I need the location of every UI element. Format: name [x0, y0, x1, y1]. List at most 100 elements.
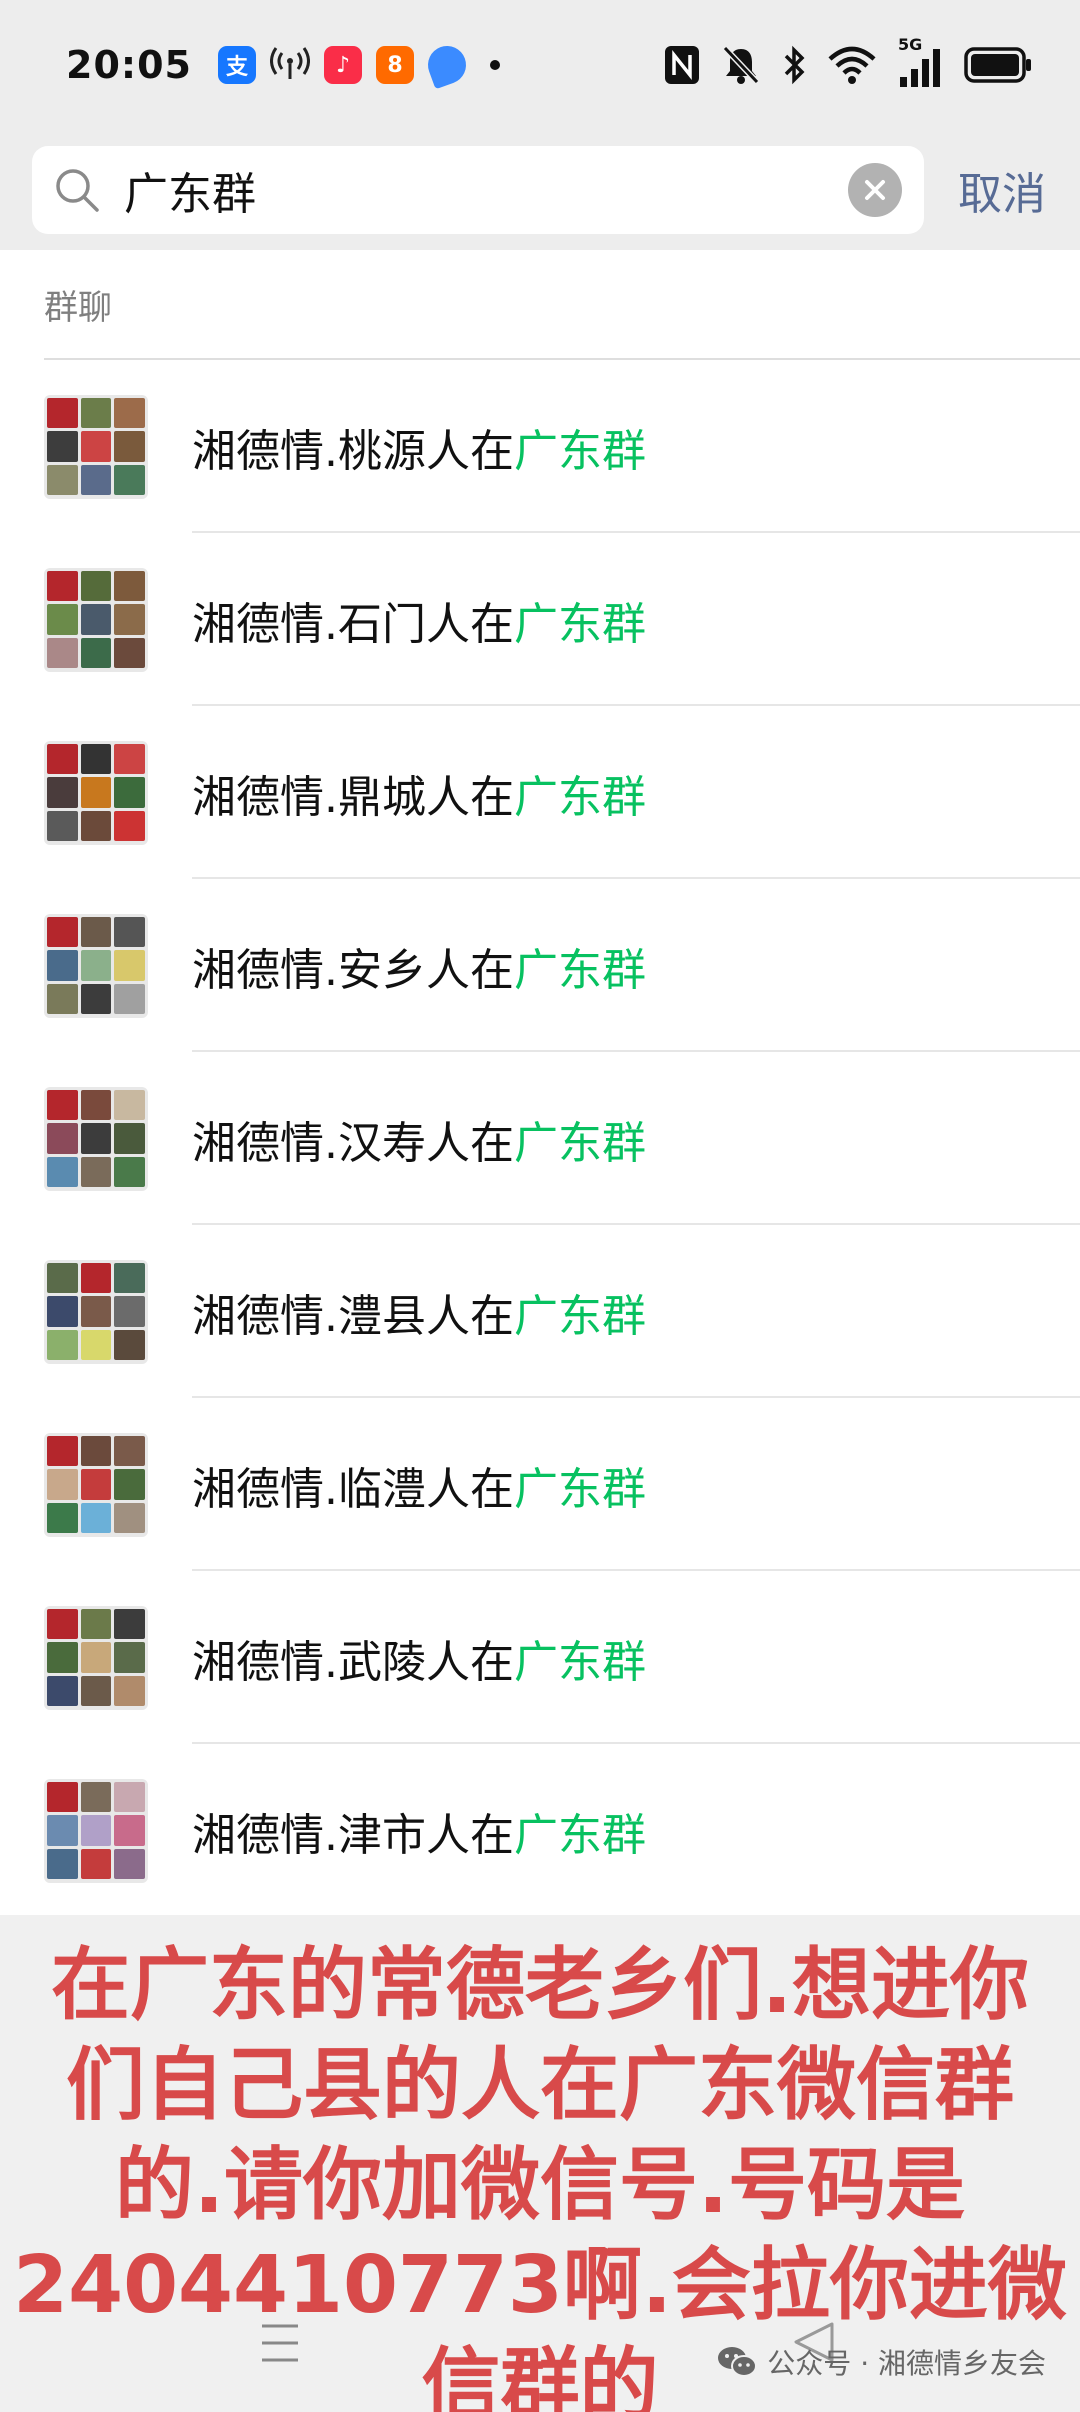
group-avatar — [44, 567, 148, 672]
group-chat-result[interactable]: 湘德情.鼎城人在广东群 — [0, 706, 1080, 879]
group-avatar — [44, 394, 148, 499]
member-avatar-tile — [80, 1675, 112, 1707]
banner-line: 的.请你加微信号.号码是 — [114, 2139, 966, 2231]
member-avatar-tile — [47, 743, 78, 775]
member-avatar-tile — [80, 1781, 112, 1813]
member-avatar-tile — [47, 397, 78, 429]
search-match-highlight: 广东群 — [514, 1809, 646, 1861]
member-avatar-tile — [47, 1156, 78, 1188]
member-avatar-tile — [114, 570, 145, 602]
banner-text: 在广东的常德老乡们.想进你 们自己县的人在广东微信群 的.请你加微信号.号码是 … — [0, 1935, 1080, 2412]
group-chat-result[interactable]: 湘德情.津市人在广东群 — [0, 1744, 1080, 1917]
group-name-prefix: 湘德情.鼎城人在 — [192, 771, 514, 823]
member-avatar-tile — [114, 604, 145, 635]
member-avatar-tile — [47, 950, 78, 981]
member-avatar-tile — [114, 743, 145, 775]
group-name-prefix: 湘德情.桃源人在 — [192, 425, 514, 477]
group-chat-name: 湘德情.津市人在广东群 — [192, 1799, 646, 1863]
watermark-text: 公众号 · 湘德情乡友会 — [767, 2347, 1046, 2380]
network-label: 5G — [898, 35, 923, 54]
member-avatar-tile — [80, 983, 112, 1015]
group-chat-name: 湘德情.安乡人在广东群 — [192, 934, 646, 998]
banner-line: 2404410773啊.会拉你进微 — [13, 2239, 1067, 2331]
music-app-icon: ♪ — [323, 46, 362, 84]
search-icon — [56, 169, 99, 212]
search-input[interactable] — [124, 164, 848, 216]
group-avatar — [44, 1086, 148, 1191]
member-avatar-tile — [80, 777, 112, 808]
group-chat-name: 湘德情.汉寿人在广东群 — [192, 1107, 646, 1171]
hotspot-icon — [269, 45, 310, 85]
group-chat-result[interactable]: 湘德情.临澧人在广东群 — [0, 1398, 1080, 1571]
search-box[interactable] — [32, 146, 924, 234]
more-notifications-icon — [489, 60, 500, 70]
search-match-highlight: 广东群 — [514, 425, 646, 477]
notification-icons: 支 ♪ 8 — [217, 40, 500, 90]
member-avatar-tile — [114, 1435, 145, 1467]
member-avatar-tile — [47, 777, 78, 808]
group-chat-result[interactable]: 湘德情.石门人在广东群 — [0, 533, 1080, 706]
status-bar: 20:05 支 ♪ 8 5G — [0, 0, 1080, 130]
member-avatar-tile — [47, 1848, 78, 1880]
group-name-prefix: 湘德情.石门人在 — [192, 598, 514, 650]
signal-5g-icon: 5G — [898, 35, 942, 87]
member-avatar-tile — [114, 777, 145, 808]
member-avatar-tile — [80, 1469, 112, 1500]
member-avatar-tile — [114, 431, 145, 462]
clear-search-icon[interactable] — [848, 163, 902, 217]
member-avatar-tile — [80, 1262, 112, 1294]
group-chat-result[interactable]: 湘德情.桃源人在广东群 — [0, 360, 1080, 533]
cancel-button[interactable]: 取消 — [958, 158, 1046, 222]
member-avatar-tile — [80, 637, 112, 669]
group-name-prefix: 湘德情.汉寿人在 — [192, 1117, 514, 1169]
group-chat-result[interactable]: 湘德情.汉寿人在广东群 — [0, 1052, 1080, 1225]
member-avatar-tile — [47, 916, 78, 948]
member-avatar-tile — [80, 950, 112, 981]
group-avatar — [44, 740, 148, 845]
member-avatar-tile — [114, 1156, 145, 1188]
member-avatar-tile — [80, 1608, 112, 1640]
member-avatar-tile — [80, 1089, 112, 1121]
member-avatar-tile — [114, 1642, 145, 1673]
search-results: 群聊 湘德情.桃源人在广东群 湘德情.石门人在广东群 湘德情.鼎城人在广东群 湘… — [0, 250, 1080, 1915]
group-avatar — [44, 1432, 148, 1537]
group-name-prefix: 湘德情.安乡人在 — [192, 944, 514, 996]
member-avatar-tile — [114, 1329, 145, 1361]
search-match-highlight: 广东群 — [514, 771, 646, 823]
member-avatar-tile — [114, 1089, 145, 1121]
group-avatar — [44, 1259, 148, 1364]
banner-line: 们自己县的人在广东微信群 — [66, 2039, 1014, 2131]
section-title-group-chats: 群聊 — [44, 287, 112, 328]
group-chat-result[interactable]: 湘德情.澧县人在广东群 — [0, 1225, 1080, 1398]
search-match-highlight: 广东群 — [514, 1117, 646, 1169]
member-avatar-tile — [114, 1262, 145, 1294]
search-match-highlight: 广东群 — [514, 1636, 646, 1688]
member-avatar-tile — [47, 464, 78, 496]
member-avatar-tile — [47, 1608, 78, 1640]
member-avatar-tile — [114, 464, 145, 496]
member-avatar-tile — [80, 431, 112, 462]
status-time: 20:05 — [66, 43, 192, 87]
search-match-highlight: 广东群 — [514, 598, 646, 650]
search-header: 取消 — [0, 130, 1080, 250]
member-avatar-tile — [80, 1296, 112, 1327]
feather-app-icon — [422, 40, 472, 90]
member-avatar-tile — [80, 1435, 112, 1467]
group-chat-name: 湘德情.澧县人在广东群 — [192, 1280, 646, 1344]
banner-line: 在广东的常德老乡们.想进你 — [50, 1939, 1029, 2031]
battery-icon — [964, 47, 1032, 83]
bluetooth-icon — [782, 45, 806, 85]
member-avatar-tile — [114, 1469, 145, 1500]
member-avatar-tile — [114, 1502, 145, 1534]
member-avatar-tile — [80, 1642, 112, 1673]
group-chat-result[interactable]: 湘德情.安乡人在广东群 — [0, 879, 1080, 1052]
member-avatar-tile — [114, 637, 145, 669]
video-app-icon: 8 — [375, 46, 414, 84]
overlay-banner: 在广东的常德老乡们.想进你 们自己县的人在广东微信群 的.请你加微信号.号码是 … — [0, 1915, 1080, 2412]
alipay-icon: 支 — [217, 46, 256, 84]
member-avatar-tile — [114, 1848, 145, 1880]
menu-icon[interactable] — [260, 2322, 300, 2364]
member-avatar-tile — [47, 1089, 78, 1121]
member-avatar-tile — [80, 570, 112, 602]
group-chat-result[interactable]: 湘德情.武陵人在广东群 — [0, 1571, 1080, 1744]
